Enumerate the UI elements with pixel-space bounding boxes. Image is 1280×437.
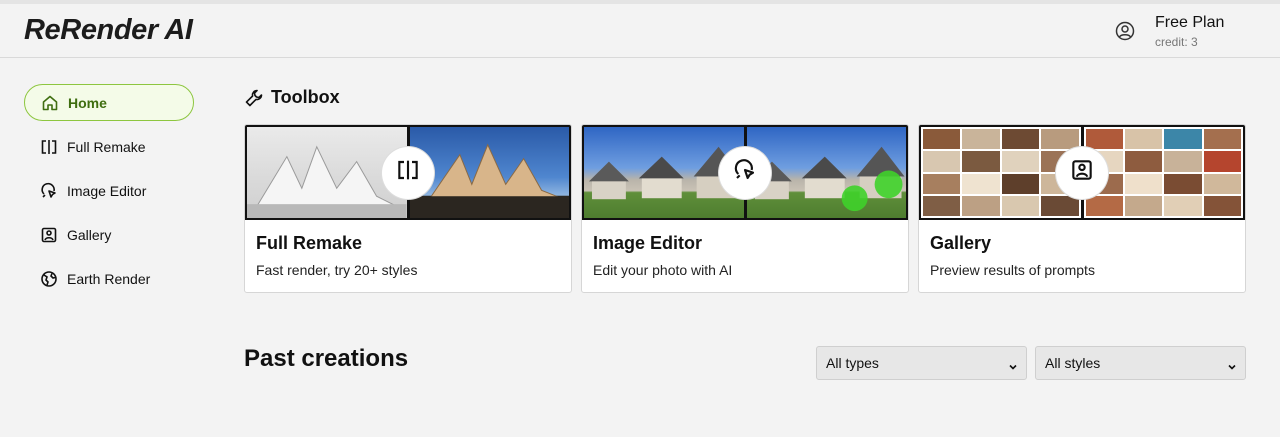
card-thumbnail (245, 125, 571, 220)
card-description: Fast render, try 20+ styles (256, 262, 418, 278)
past-creations-heading: Past creations (244, 345, 409, 372)
image-icon (1070, 158, 1094, 187)
brush-cursor-icon (40, 182, 58, 200)
sidebar-item-label: Home (68, 94, 107, 111)
split-frame-icon (396, 158, 420, 187)
card-title: Full Remake (256, 233, 363, 253)
full-remake-badge (382, 146, 434, 199)
style-filter-select[interactable]: All styles (1035, 346, 1246, 380)
card-description: Edit your photo with AI (593, 262, 733, 278)
sidebar-nav: Home Full Remake Image Editor Gallery Ea… (24, 84, 194, 304)
brush-cursor-icon (733, 158, 757, 187)
sidebar-item-home[interactable]: Home (24, 84, 194, 121)
toolbox-title: Toolbox (271, 87, 340, 107)
card-title: Gallery (930, 233, 992, 253)
sidebar-item-image-editor[interactable]: Image Editor (24, 172, 194, 209)
sidebar-item-label: Gallery (67, 226, 112, 243)
card-thumbnail (582, 125, 908, 220)
image-icon (40, 226, 58, 244)
sidebar-item-label: Earth Render (67, 270, 151, 287)
globe-icon (40, 270, 58, 288)
style-filter-value: All styles (1045, 355, 1101, 371)
sidebar-item-earth-render[interactable]: Earth Render (24, 260, 194, 297)
wrench-icon (244, 88, 264, 108)
app-logo[interactable]: ReRender AI (24, 14, 193, 47)
chevron-down-icon (1227, 359, 1237, 370)
card-thumbnail (919, 125, 1245, 220)
top-header: ReRender AI Free Plan credit: 3 (0, 0, 1280, 58)
tool-card-gallery[interactable]: Gallery Preview results of prompts (918, 124, 1246, 293)
card-description: Preview results of prompts (930, 262, 1095, 278)
tool-card-image-editor[interactable]: Image Editor Edit your photo with AI (581, 124, 909, 293)
home-icon (41, 94, 59, 112)
type-filter-value: All types (826, 355, 879, 371)
toolbox-heading: Toolbox (244, 87, 340, 108)
credit-count: credit: 3 (1155, 35, 1198, 49)
sidebar-item-full-remake[interactable]: Full Remake (24, 128, 194, 165)
sidebar-item-gallery[interactable]: Gallery (24, 216, 194, 253)
gallery-badge (1056, 146, 1108, 199)
plan-name[interactable]: Free Plan (1155, 14, 1224, 32)
chevron-down-icon (1008, 359, 1018, 370)
sidebar-item-label: Full Remake (67, 138, 146, 155)
image-editor-badge (719, 146, 771, 199)
tool-card-full-remake[interactable]: Full Remake Fast render, try 20+ styles (244, 124, 572, 293)
type-filter-select[interactable]: All types (816, 346, 1027, 380)
user-account-icon[interactable] (1115, 21, 1135, 41)
split-frame-icon (40, 138, 58, 156)
card-title: Image Editor (593, 233, 703, 253)
sidebar-item-label: Image Editor (67, 182, 147, 199)
